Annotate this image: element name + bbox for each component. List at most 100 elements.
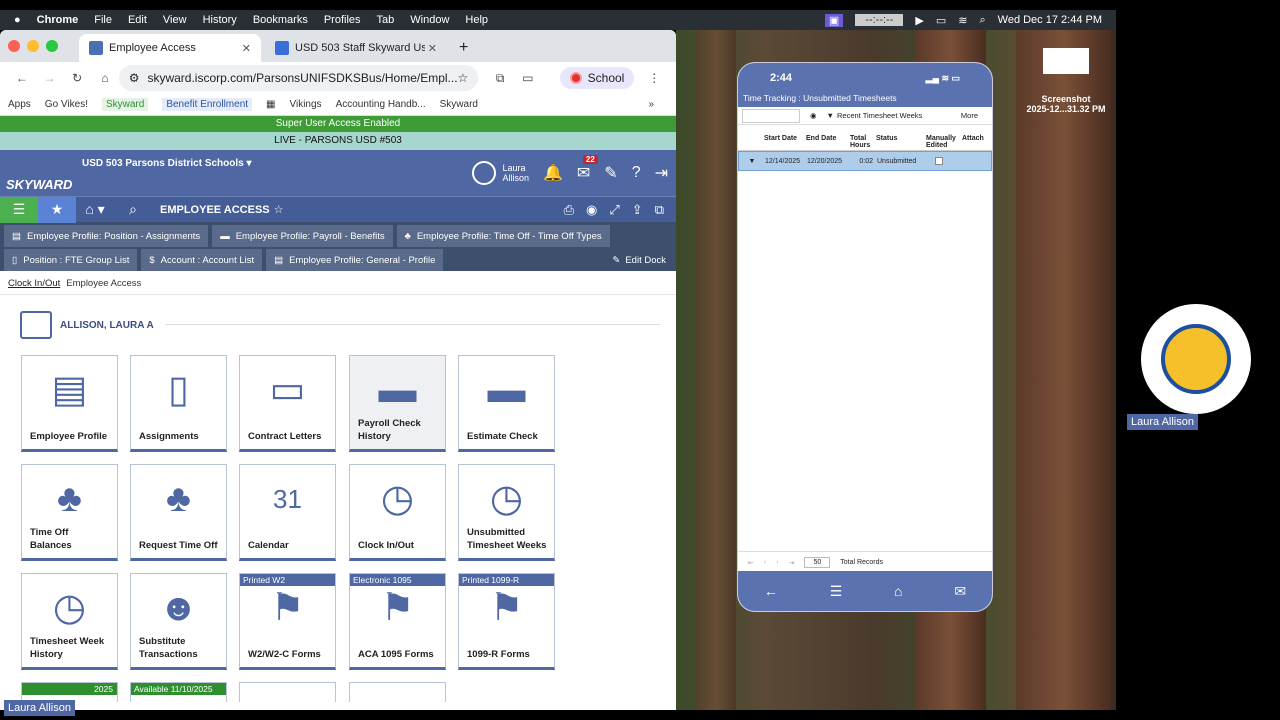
bookmark-star-icon[interactable]: ☆ bbox=[458, 71, 469, 85]
bookmark-vikings[interactable]: Vikings bbox=[290, 99, 322, 110]
menu-help[interactable]: Help bbox=[465, 14, 488, 26]
bookmark-go-vikes[interactable]: Go Vikes! bbox=[45, 99, 88, 110]
play-icon[interactable]: ▶ bbox=[915, 14, 923, 27]
back-icon[interactable]: ← bbox=[8, 71, 36, 85]
help-icon[interactable]: ? bbox=[632, 164, 641, 182]
grid-icon[interactable]: ▦ bbox=[266, 99, 275, 110]
battery-icon[interactable]: ▭ bbox=[936, 14, 946, 27]
tile-1099r-forms[interactable]: Printed 1099-R ⚑ 1099-R Forms bbox=[458, 573, 555, 670]
reload-icon[interactable]: ↻ bbox=[63, 71, 91, 85]
back-arrow-icon[interactable]: ← bbox=[764, 583, 778, 599]
profile-button[interactable]: School bbox=[559, 67, 635, 89]
tab-staff-skyward[interactable]: USD 503 Staff Skyward User ✕ bbox=[265, 34, 447, 62]
first-page-icon[interactable]: ⇤ bbox=[748, 559, 754, 567]
logout-icon[interactable]: ⇥ bbox=[655, 163, 668, 183]
eye-icon[interactable]: ◉ bbox=[810, 111, 817, 120]
district-selector[interactable]: USD 503 Parsons District Schools ▾ bbox=[82, 158, 252, 169]
total-records-toggle[interactable]: Total Records bbox=[840, 559, 883, 566]
tile-calendar[interactable]: 31 Calendar bbox=[239, 464, 336, 561]
tile-unsubmitted-timesheet-weeks[interactable]: ◷ Unsubmitted Timesheet Weeks bbox=[458, 464, 555, 561]
popout-icon[interactable]: ⧉ bbox=[655, 202, 664, 218]
bookmarks-more[interactable]: » bbox=[648, 99, 654, 110]
dock-item[interactable]: ▤ Employee Profile: General - Profile bbox=[266, 249, 444, 271]
tile-employee-profile[interactable]: ▤ Employee Profile bbox=[21, 355, 118, 452]
menu-history[interactable]: History bbox=[203, 14, 237, 26]
favorites-star-icon[interactable]: ★ bbox=[38, 196, 76, 223]
upload-icon[interactable]: ⇪ bbox=[632, 202, 643, 218]
more-menu-icon[interactable]: ⋮ bbox=[640, 71, 668, 85]
clock[interactable]: Wed Dec 17 2:44 PM bbox=[998, 14, 1102, 26]
bookmark-skyward[interactable]: Skyward bbox=[101, 98, 149, 111]
table-row[interactable]: ▼ 12/14/2025 12/20/2025 0:02 Unsubmitted bbox=[738, 151, 992, 171]
phone-search-input[interactable] bbox=[742, 108, 800, 123]
app-name[interactable]: Chrome bbox=[37, 14, 79, 26]
tile-partial[interactable]: 2025 bbox=[21, 682, 118, 702]
mail-icon[interactable]: ✉ bbox=[954, 583, 966, 600]
menu-view[interactable]: View bbox=[163, 14, 187, 26]
more-button[interactable]: More bbox=[961, 111, 978, 120]
dock-item[interactable]: ♣ Employee Profile: Time Off - Time Off T… bbox=[396, 225, 610, 247]
tile-timesheet-week-history[interactable]: ◷ Timesheet Week History bbox=[21, 573, 118, 670]
column-header[interactable]: End Date bbox=[806, 135, 850, 150]
prev-page-icon[interactable]: ‹ bbox=[764, 559, 766, 566]
filter-label[interactable]: Recent Timesheet Weeks bbox=[837, 111, 922, 120]
new-tab-button[interactable]: + bbox=[451, 34, 476, 62]
tile-substitute-transactions[interactable]: ☻ Substitute Transactions bbox=[130, 573, 227, 670]
close-window-button[interactable] bbox=[8, 40, 20, 52]
menu-file[interactable]: File bbox=[94, 14, 112, 26]
screen-share-icon[interactable]: ▣ bbox=[824, 13, 844, 27]
user-menu[interactable]: Laura Allison bbox=[502, 163, 529, 183]
manually-edited-checkbox[interactable] bbox=[935, 157, 943, 165]
tile-clock-in-out[interactable]: ◷ Clock In/Out bbox=[349, 464, 446, 561]
home-nav-icon[interactable]: ⌂ ▾ bbox=[76, 197, 114, 223]
menu-bookmarks[interactable]: Bookmarks bbox=[253, 14, 308, 26]
tile-partial[interactable]: Available 11/10/2025 bbox=[130, 682, 227, 702]
column-header[interactable]: Status bbox=[876, 135, 926, 150]
url-field[interactable]: ⚙ skyward.iscorp.com/ParsonsUNIFSDKSBus/H… bbox=[118, 65, 479, 91]
column-header[interactable]: Total Hours bbox=[850, 135, 876, 150]
edit-icon[interactable]: ✎ bbox=[604, 163, 617, 183]
desktop-file[interactable]: Screenshot 2025-12...31.32 PM bbox=[1020, 48, 1112, 114]
close-tab-icon[interactable]: ✕ bbox=[242, 42, 251, 55]
dock-item[interactable]: ▤ Employee Profile: Position - Assignment… bbox=[4, 225, 209, 247]
menu-window[interactable]: Window bbox=[410, 14, 449, 26]
bookmark-accounting[interactable]: Accounting Handb... bbox=[336, 99, 426, 110]
home-icon[interactable]: ⌂ bbox=[894, 583, 902, 599]
tile-aca-1095-forms[interactable]: Electronic 1095 ⚑ ACA 1095 Forms bbox=[349, 573, 446, 670]
menu-profiles[interactable]: Profiles bbox=[324, 14, 361, 26]
tile-assignments[interactable]: ▯ Assignments bbox=[130, 355, 227, 452]
search-icon[interactable]: ⌕ bbox=[114, 197, 152, 223]
tile-partial[interactable] bbox=[349, 682, 446, 702]
breadcrumb-link[interactable]: Clock In/Out bbox=[8, 278, 60, 289]
minimize-window-button[interactable] bbox=[27, 40, 39, 52]
bell-icon[interactable]: 🔔 bbox=[543, 163, 563, 183]
avatar[interactable] bbox=[472, 161, 497, 185]
tile-w2-forms[interactable]: Printed W2 ⚑ W2/W2-C Forms bbox=[239, 573, 336, 670]
last-page-icon[interactable]: ⇥ bbox=[789, 559, 795, 567]
home-icon[interactable]: ⌂ bbox=[91, 71, 119, 85]
favorite-star-icon[interactable]: ☆ bbox=[274, 203, 284, 216]
forward-icon[interactable]: → bbox=[36, 71, 64, 85]
menu-tab[interactable]: Tab bbox=[377, 14, 395, 26]
dock-item[interactable]: ▬ Employee Profile: Payroll - Benefits bbox=[212, 225, 393, 247]
close-tab-icon[interactable]: ✕ bbox=[428, 42, 437, 55]
column-header[interactable]: Start Date bbox=[764, 135, 806, 150]
timer-box[interactable]: --:--:-- bbox=[855, 14, 904, 26]
tile-contract-letters[interactable]: ▭ Contract Letters bbox=[239, 355, 336, 452]
search-icon[interactable]: ⌕ bbox=[979, 14, 985, 27]
filter-icon[interactable]: ▼ bbox=[827, 111, 834, 120]
column-header[interactable]: Manually Edited bbox=[926, 135, 962, 150]
bookmark-skyward-2[interactable]: Skyward bbox=[440, 99, 478, 110]
menu-icon[interactable]: ☰ bbox=[830, 583, 843, 600]
tile-payroll-check-history[interactable]: ▬ Payroll Check History bbox=[349, 355, 446, 452]
messages-icon[interactable]: ✉ 22 bbox=[577, 155, 598, 183]
next-page-icon[interactable]: › bbox=[776, 559, 778, 566]
tile-request-time-off[interactable]: ♣ Request Time Off bbox=[130, 464, 227, 561]
extensions-icon[interactable]: ⧉ bbox=[486, 71, 514, 86]
menu-edit[interactable]: Edit bbox=[128, 14, 147, 26]
dock-item[interactable]: ▯ Position : FTE Group List bbox=[4, 249, 138, 271]
hamburger-menu-icon[interactable]: ☰ bbox=[0, 196, 38, 223]
site-info-icon[interactable]: ⚙ bbox=[129, 71, 140, 85]
skyward-logo[interactable]: SKYWARD bbox=[0, 177, 72, 192]
reader-icon[interactable]: ▭ bbox=[514, 71, 542, 85]
